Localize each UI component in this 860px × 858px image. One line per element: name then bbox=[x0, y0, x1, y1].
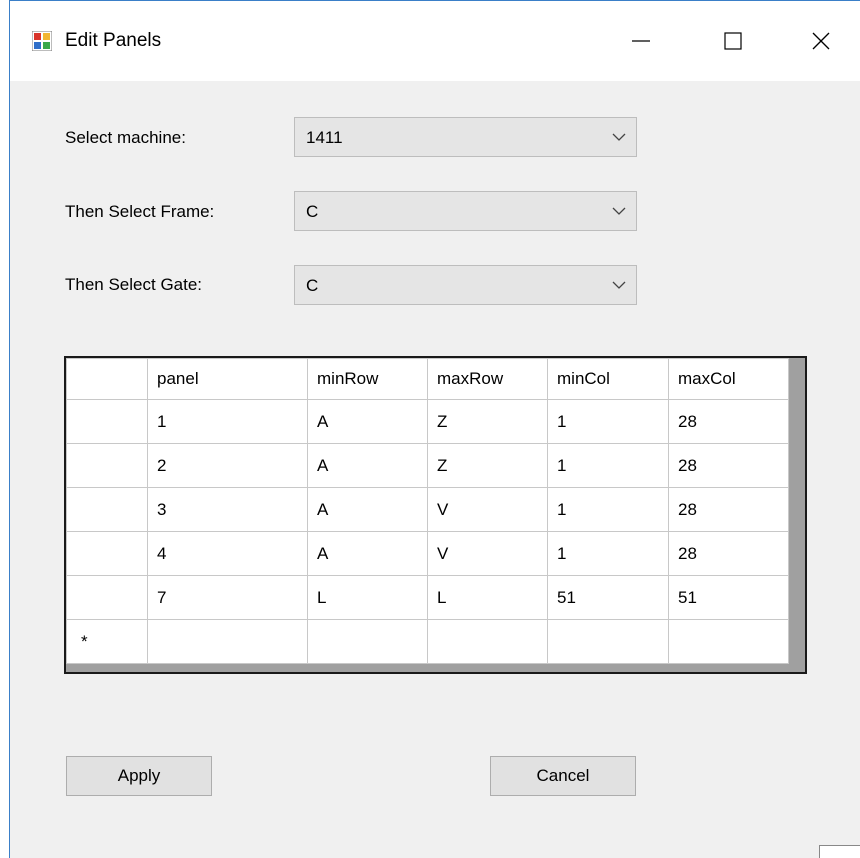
table-cell[interactable]: V bbox=[427, 531, 548, 576]
machine-select[interactable]: 1411 bbox=[294, 117, 637, 157]
table-cell[interactable]: A bbox=[307, 487, 428, 532]
column-header-maxrow[interactable]: maxRow bbox=[427, 358, 548, 400]
frame-select[interactable]: C bbox=[294, 191, 637, 231]
table-cell[interactable]: 2 bbox=[147, 443, 308, 488]
table-cell[interactable]: A bbox=[307, 443, 428, 488]
gate-select-value: C bbox=[306, 276, 319, 295]
minimize-icon bbox=[632, 40, 650, 42]
frame-label: Then Select Frame: bbox=[65, 202, 215, 221]
table-cell[interactable] bbox=[307, 619, 428, 664]
table-cell[interactable] bbox=[668, 619, 789, 664]
table-cell[interactable]: 28 bbox=[668, 399, 789, 444]
chevron-down-icon bbox=[612, 207, 626, 215]
resize-grip[interactable] bbox=[819, 845, 860, 858]
header-row: panel minRow maxRow minCol maxCol bbox=[66, 358, 789, 400]
table-cell[interactable]: 51 bbox=[668, 575, 789, 620]
table-cell[interactable]: 28 bbox=[668, 487, 789, 532]
minimize-button[interactable] bbox=[618, 23, 664, 59]
table-cell[interactable]: 1 bbox=[547, 531, 669, 576]
column-header-minrow[interactable]: minRow bbox=[307, 358, 428, 400]
row-header[interactable] bbox=[66, 575, 148, 620]
maximize-icon bbox=[724, 32, 742, 50]
table-cell[interactable]: 1 bbox=[547, 487, 669, 532]
column-header-mincol[interactable]: minCol bbox=[547, 358, 669, 400]
table-cell[interactable]: 1 bbox=[547, 443, 669, 488]
table-cell[interactable]: A bbox=[307, 399, 428, 444]
table-cell[interactable]: L bbox=[307, 575, 428, 620]
title-bar: Edit Panels bbox=[10, 1, 860, 81]
table-cell[interactable]: A bbox=[307, 531, 428, 576]
row-header[interactable] bbox=[66, 443, 148, 488]
table-cell[interactable]: 1 bbox=[547, 399, 669, 444]
table-cell[interactable]: 3 bbox=[147, 487, 308, 532]
table-row: 3 A V 1 28 bbox=[66, 487, 789, 532]
close-icon bbox=[812, 32, 830, 50]
table-cell[interactable]: 1 bbox=[147, 399, 308, 444]
row-header[interactable] bbox=[66, 399, 148, 444]
row-header[interactable] bbox=[66, 487, 148, 532]
column-header-maxcol[interactable]: maxCol bbox=[668, 358, 789, 400]
table-cell[interactable]: V bbox=[427, 487, 548, 532]
maximize-button[interactable] bbox=[710, 23, 756, 59]
edit-panels-window: Edit Panels Select machine: 1411 Then Se… bbox=[9, 0, 860, 858]
table-cell[interactable]: L bbox=[427, 575, 548, 620]
panels-table: panel minRow maxRow minCol maxCol 1 A Z … bbox=[66, 358, 789, 664]
window-title: Edit Panels bbox=[65, 30, 162, 51]
apply-button[interactable]: Apply bbox=[66, 756, 212, 796]
machine-label: Select machine: bbox=[65, 128, 186, 147]
table-row: 1 A Z 1 28 bbox=[66, 399, 789, 444]
table-cell[interactable]: 4 bbox=[147, 531, 308, 576]
column-header-panel[interactable]: panel bbox=[147, 358, 308, 400]
table-cell[interactable]: 51 bbox=[547, 575, 669, 620]
table-row: 2 A Z 1 28 bbox=[66, 443, 789, 488]
table-cell[interactable] bbox=[547, 619, 669, 664]
new-row-marker[interactable]: * bbox=[66, 619, 148, 664]
table-cell[interactable]: 7 bbox=[147, 575, 308, 620]
cancel-button[interactable]: Cancel bbox=[490, 756, 636, 796]
frame-select-value: C bbox=[306, 202, 319, 221]
panels-grid[interactable]: panel minRow maxRow minCol maxCol 1 A Z … bbox=[64, 356, 807, 674]
table-cell[interactable] bbox=[147, 619, 308, 664]
table-cell[interactable]: Z bbox=[427, 443, 548, 488]
table-cell[interactable]: 28 bbox=[668, 531, 789, 576]
chevron-down-icon bbox=[612, 281, 626, 289]
new-row: * bbox=[66, 619, 789, 664]
gate-select[interactable]: C bbox=[294, 265, 637, 305]
chevron-down-icon bbox=[612, 133, 626, 141]
row-header[interactable] bbox=[66, 531, 148, 576]
app-icon bbox=[32, 31, 52, 51]
table-cell[interactable] bbox=[427, 619, 548, 664]
corner-header bbox=[66, 358, 148, 400]
table-row: 4 A V 1 28 bbox=[66, 531, 789, 576]
table-cell[interactable]: 28 bbox=[668, 443, 789, 488]
close-button[interactable] bbox=[798, 23, 844, 59]
table-row: 7 L L 51 51 bbox=[66, 575, 789, 620]
table-cell[interactable]: Z bbox=[427, 399, 548, 444]
gate-label: Then Select Gate: bbox=[65, 275, 203, 294]
machine-select-value: 1411 bbox=[306, 128, 343, 147]
